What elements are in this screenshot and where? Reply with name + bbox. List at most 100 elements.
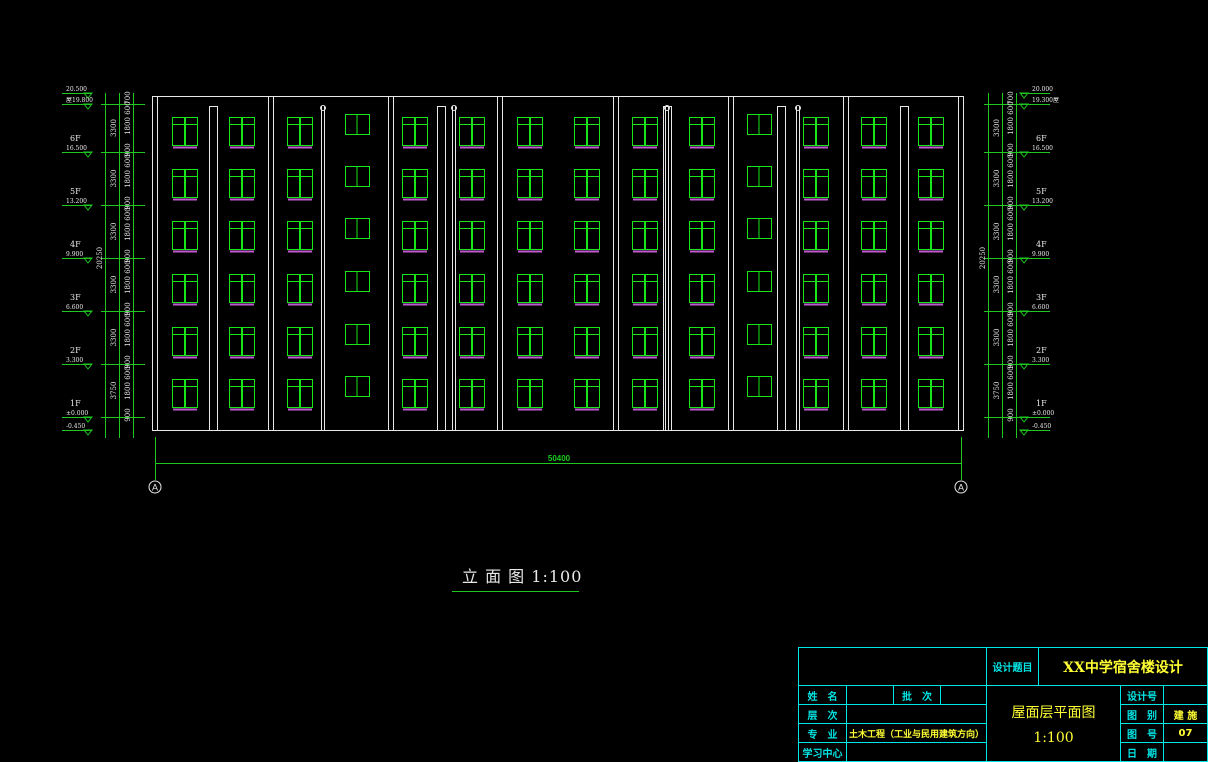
floor-label: 5F	[1036, 187, 1047, 196]
pilaster	[663, 106, 672, 431]
floor-height-label: 3300	[110, 170, 118, 188]
center-label: 学习中心	[798, 742, 847, 762]
level-elevation: -0.450	[66, 423, 85, 430]
floor-label: 4F	[70, 240, 81, 249]
level-elevation: ±0.000	[66, 410, 88, 417]
floor-label: 6F	[70, 134, 81, 143]
detail-dimension-label: 600	[124, 154, 132, 167]
floor-label: 3F	[70, 293, 81, 302]
batch-label: 批 次	[893, 685, 941, 705]
level-elevation: 19.300屋	[1032, 97, 1059, 104]
detail-dimension-label: 1800	[124, 170, 132, 188]
floor-label: 3F	[1036, 293, 1047, 302]
detail-dimension-label: 1800	[124, 223, 132, 241]
detail-dimension-label: 600	[124, 101, 132, 114]
floor-height-label: 3300	[993, 119, 1001, 137]
design-topic-label: 设计题目	[986, 647, 1039, 686]
level-elevation: 16.500	[1032, 145, 1053, 152]
total-height-label: 20250	[96, 247, 104, 269]
floor-height-label: 3300	[993, 276, 1001, 294]
level-elevation: -0.450	[1032, 423, 1051, 430]
date-value	[1163, 742, 1208, 762]
floor-label: 2F	[70, 346, 81, 355]
level-elevation: 9.900	[1032, 251, 1049, 258]
detail-dimension-label: 1800	[124, 382, 132, 400]
level-elevation: 16.500	[66, 145, 87, 152]
detail-dimension-label: 1800	[1007, 170, 1015, 188]
floor-height-label: 3300	[993, 223, 1001, 241]
design-no-value	[1163, 685, 1208, 705]
level-elevation: 9.900	[66, 251, 83, 258]
detail-dimension-label: 600	[1007, 101, 1015, 114]
level-elevation: 20.000	[1032, 86, 1053, 93]
detail-dimension-label: 1800	[1007, 117, 1015, 135]
detail-dimension-label: 600	[1007, 207, 1015, 220]
category-value: 建 施	[1163, 704, 1208, 724]
level-elevation: 屋19.800	[66, 97, 93, 104]
date-label: 日 期	[1120, 742, 1164, 762]
detail-dimension-label: 600	[1007, 313, 1015, 326]
sheet-title-cell: 屋面层平面图 1:100	[986, 685, 1121, 762]
sheet-no-label: 图 号	[1120, 723, 1164, 743]
major-value: 土木工程（工业与民用建筑方向）	[846, 723, 987, 743]
detail-dimension-label: 600	[124, 313, 132, 326]
detail-dimension-label: 600	[124, 260, 132, 273]
detail-dimension-label: 1800	[124, 117, 132, 135]
pilaster	[209, 106, 218, 431]
detail-dimension-label: 1800	[1007, 276, 1015, 294]
level-elevation: 13.200	[1032, 198, 1053, 205]
detail-dimension-label: 600	[1007, 260, 1015, 273]
batch-value	[940, 685, 987, 705]
floor-height-label: 3300	[993, 329, 1001, 347]
design-no-label: 设计号	[1120, 685, 1164, 705]
floor-label: 1F	[1036, 399, 1047, 408]
detail-dimension-label: 1800	[1007, 382, 1015, 400]
floor-label: 6F	[1036, 134, 1047, 143]
level-elevation: 13.200	[66, 198, 87, 205]
detail-dimension-label: 600	[1007, 366, 1015, 379]
floor-height-label: 3300	[110, 119, 118, 137]
building-outline	[152, 96, 964, 431]
level-label: 层 次	[798, 704, 847, 724]
level-value	[846, 704, 987, 724]
level-elevation: 6.600	[66, 304, 83, 311]
detail-dimension-label: 600	[124, 366, 132, 379]
center-value	[846, 742, 987, 762]
floor-height-label: 3750	[110, 382, 118, 400]
level-elevation: ±0.000	[1032, 410, 1054, 417]
total-height-label: 20250	[979, 247, 987, 269]
sheet-no-value: 07	[1163, 723, 1208, 743]
caption-underline	[452, 591, 579, 592]
floor-height-label: 3300	[110, 276, 118, 294]
level-elevation: 3.300	[1032, 357, 1049, 364]
pilaster	[777, 106, 786, 431]
pilaster	[900, 106, 909, 431]
detail-dimension-label: 900	[124, 408, 132, 421]
sheet-title: 屋面层平面图	[1011, 704, 1096, 721]
detail-dimension-label: 1800	[1007, 329, 1015, 347]
floor-height-label: 3300	[993, 170, 1001, 188]
name-label: 姓 名	[798, 685, 847, 705]
pilaster	[437, 106, 446, 431]
axis-label: A	[958, 483, 964, 493]
category-label: 图 别	[1120, 704, 1164, 724]
detail-dimension-label: 1800	[1007, 223, 1015, 241]
detail-dimension-label: 600	[1007, 154, 1015, 167]
title-block-blank	[798, 647, 987, 686]
detail-dimension-label: 600	[124, 207, 132, 220]
floor-height-label: 3300	[110, 329, 118, 347]
drawing-caption: 立 面 图 1:100	[462, 567, 583, 586]
major-label: 专 业	[798, 723, 847, 743]
sheet-scale: 1:100	[1033, 729, 1074, 746]
floor-label: 2F	[1036, 346, 1047, 355]
floor-label: 1F	[70, 399, 81, 408]
detail-dimension-label: 900	[1007, 408, 1015, 421]
overall-dimension-label: 50400	[548, 454, 571, 463]
design-topic: XX中学宿舍楼设计	[1038, 647, 1208, 686]
axis-label: A	[152, 483, 158, 493]
level-elevation: 6.600	[1032, 304, 1049, 311]
name-value	[846, 685, 894, 705]
floor-height-label: 3750	[993, 382, 1001, 400]
floor-height-label: 3300	[110, 223, 118, 241]
floor-label: 5F	[70, 187, 81, 196]
